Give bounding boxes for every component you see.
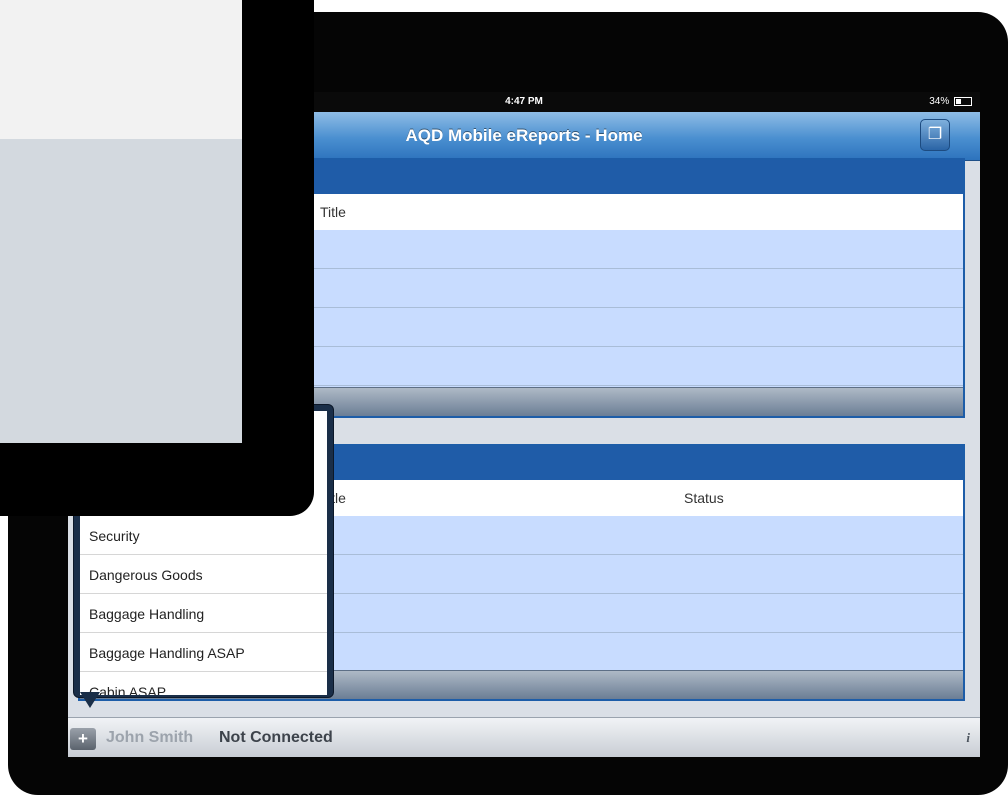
- user-name: John Smith: [106, 729, 194, 746]
- column-header-title: Title: [320, 204, 346, 220]
- bottom-toolbar: + John Smith Not Connected i: [68, 717, 980, 757]
- overlay-window: [0, 0, 314, 516]
- popover-arrow: [80, 692, 100, 708]
- battery-status: 34%: [929, 92, 972, 112]
- list-item-baggage-handling-asap[interactable]: Baggage Handling ASAP: [80, 634, 327, 672]
- copy-pages-icon[interactable]: ❐: [920, 119, 950, 151]
- overlay-panel: [0, 139, 242, 443]
- info-icon[interactable]: i: [966, 718, 970, 757]
- list-item-dangerous-goods[interactable]: Dangerous Goods: [80, 556, 327, 594]
- battery-percent: 34%: [929, 96, 950, 107]
- list-item-security[interactable]: Security: [80, 517, 327, 555]
- column-header-status: Status: [684, 490, 724, 506]
- list-item-baggage-handling[interactable]: Baggage Handling: [80, 595, 327, 633]
- battery-icon: [954, 96, 972, 106]
- overlay-top-area: [0, 0, 242, 139]
- list-item-cabin-asap[interactable]: Cabin ASAP: [80, 673, 327, 695]
- plus-icon[interactable]: +: [70, 728, 96, 750]
- connection-status: Not Connected: [219, 729, 333, 746]
